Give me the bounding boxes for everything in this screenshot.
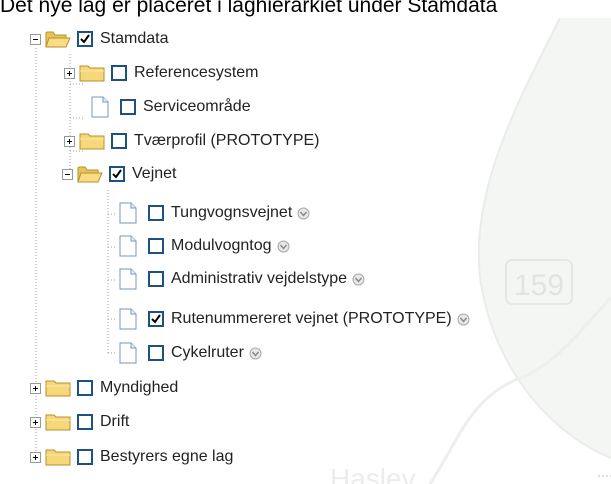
tree-node-label: Drift: [100, 413, 130, 430]
tree-node-myndighed[interactable]: Myndighed: [30, 373, 178, 403]
tree-node-label: Myndighed: [100, 379, 179, 396]
document-icon: [91, 96, 109, 118]
folder-icon: [45, 380, 71, 397]
layer-info-icon[interactable]: [249, 347, 262, 360]
tree-node-label: Stamdata: [100, 30, 169, 47]
tree-node-label: Cykelruter: [171, 344, 244, 361]
document-icon: [119, 235, 137, 257]
tree-node-administrativ-vejdelstype[interactable]: Administrativ vejdelstype: [118, 264, 365, 294]
layer-checkbox[interactable]: [148, 271, 164, 287]
layer-checkbox[interactable]: [77, 31, 93, 47]
layer-checkbox[interactable]: [148, 311, 164, 327]
tree-node-tv-rprofil-prototype[interactable]: Tværprofil (PROTOTYPE): [64, 126, 320, 156]
tree-node-label: Referencesystem: [134, 64, 259, 81]
tree-node-label: Administrativ vejdelstype: [171, 270, 348, 287]
folder-icon: [45, 414, 71, 431]
folder-icon: [79, 133, 105, 150]
layer-checkbox[interactable]: [111, 133, 127, 149]
tree-node-modulvogntog[interactable]: Modulvogntog: [118, 231, 290, 261]
expand-icon[interactable]: [64, 135, 75, 147]
screenshot-caption: Det nye lag er placeret i laghierarkiet …: [0, 0, 498, 17]
tree-node-label: Vejnet: [132, 165, 177, 182]
tree-node-stamdata[interactable]: Stamdata: [30, 24, 168, 54]
expand-icon[interactable]: [30, 416, 41, 428]
tree-node-label: Serviceområde: [143, 98, 251, 115]
layer-checkbox[interactable]: [77, 414, 93, 430]
layer-info-icon[interactable]: [457, 313, 470, 326]
tree-node-drift[interactable]: Drift: [30, 407, 129, 437]
folder-open-icon: [45, 31, 71, 48]
tree-node-bestyrers-egne-lag[interactable]: Bestyrers egne lag: [30, 442, 233, 472]
layer-info-icon[interactable]: [277, 240, 290, 253]
tree-node-label: Tværprofil (PROTOTYPE): [134, 132, 320, 149]
tree-node-label: Bestyrers egne lag: [100, 448, 234, 465]
layer-checkbox[interactable]: [148, 205, 164, 221]
collapse-icon[interactable]: [62, 168, 73, 180]
document-icon: [119, 342, 137, 364]
document-icon: [119, 202, 137, 224]
tree-node-label: Modulvogntog: [171, 237, 272, 254]
tree-node-referencesystem[interactable]: Referencesystem: [64, 58, 259, 88]
layer-info-icon[interactable]: [297, 207, 310, 220]
document-icon: [119, 308, 137, 330]
layer-checkbox[interactable]: [77, 380, 93, 396]
layer-checkbox[interactable]: [111, 65, 127, 81]
tree-node-cykelruter[interactable]: Cykelruter: [118, 338, 262, 368]
expand-icon[interactable]: [30, 451, 41, 463]
tree-node-vejnet[interactable]: Vejnet: [62, 159, 176, 189]
tree-node-tungvognsvejnet[interactable]: Tungvognsvejnet: [118, 198, 310, 228]
layer-checkbox[interactable]: [77, 449, 93, 465]
expand-icon[interactable]: [64, 67, 75, 79]
tree-node-label: Tungvognsvejnet: [171, 204, 293, 221]
layer-checkbox[interactable]: [148, 238, 164, 254]
folder-icon: [79, 65, 105, 82]
tree-node-label: Rutenummereret vejnet (PROTOTYPE): [171, 310, 452, 327]
layer-checkbox[interactable]: [148, 345, 164, 361]
collapse-icon[interactable]: [30, 33, 41, 45]
document-icon: [119, 268, 137, 290]
folder-open-icon: [77, 166, 103, 183]
tree-node-rutenummereret-vejnet-prototype[interactable]: Rutenummereret vejnet (PROTOTYPE): [118, 304, 470, 334]
expand-icon[interactable]: [30, 382, 41, 394]
layer-tree-panel: 159 Haslev Stamdata Referencesystem Servic…: [0, 18, 611, 484]
layer-info-icon[interactable]: [352, 273, 365, 286]
folder-icon: [45, 449, 71, 466]
layer-checkbox[interactable]: [109, 166, 125, 182]
tree-node-serviceomrade[interactable]: Serviceområde: [90, 92, 251, 122]
layer-checkbox[interactable]: [120, 99, 136, 115]
